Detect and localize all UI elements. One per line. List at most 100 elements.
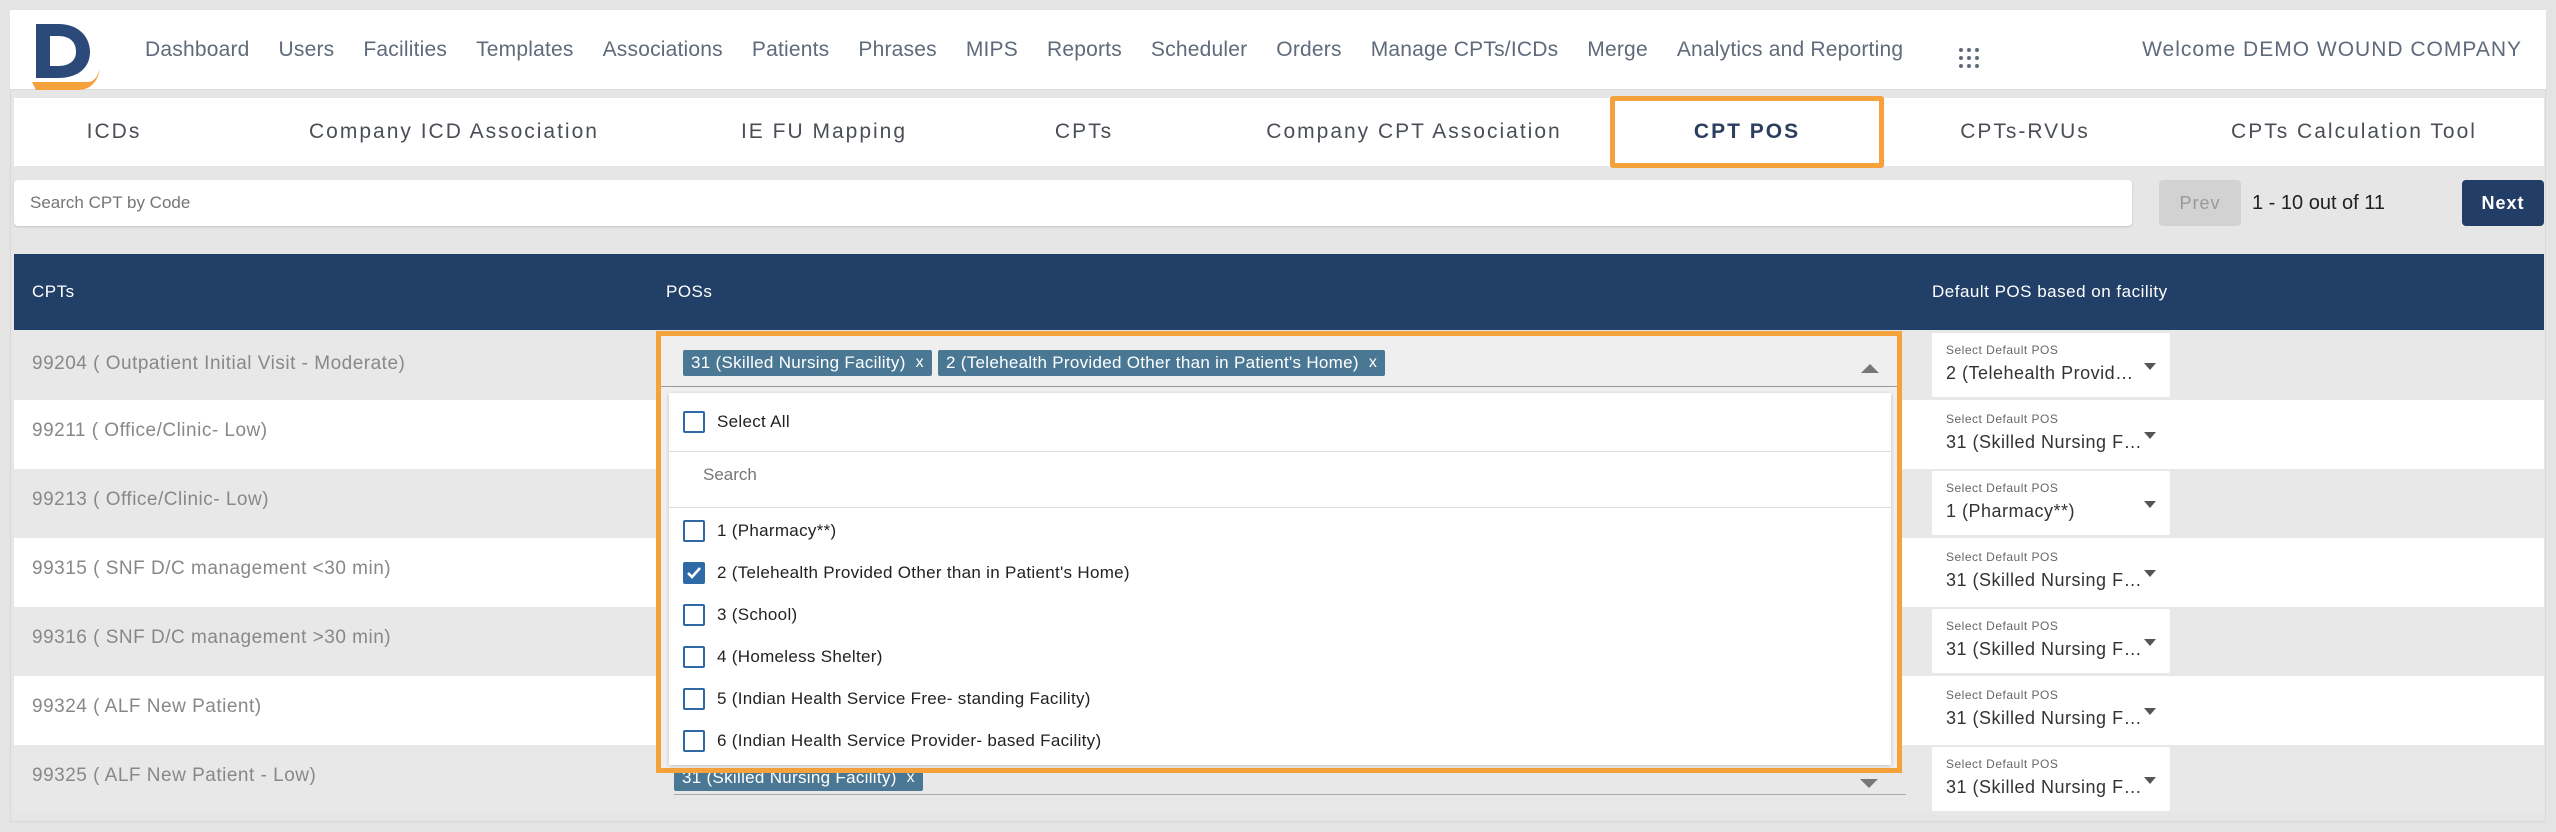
default-pos-select[interactable]: Select Default POS 1 (Pharmacy**)	[1932, 471, 2170, 535]
tab-cpts[interactable]: CPTs	[984, 98, 1184, 166]
header-poss: POSs	[666, 282, 713, 301]
default-pos-select[interactable]: Select Default POS 31 (Skilled Nursing F…	[1932, 747, 2170, 811]
tab-company-cpt-association[interactable]: Company CPT Association	[1194, 98, 1634, 166]
cpt-code-cell: 99325 ( ALF New Patient - Low)	[32, 765, 317, 786]
divider	[669, 507, 1891, 508]
select-all-option[interactable]: Select All	[669, 401, 1891, 443]
checkbox-checked-icon[interactable]	[683, 562, 705, 584]
tab-cpts-rvus[interactable]: CPTs-RVUs	[1894, 98, 2156, 166]
cpt-code-cell: 99316 ( SNF D/C management >30 min)	[32, 627, 392, 648]
grid-apps-icon[interactable]	[1958, 47, 1980, 69]
pos-option-label: 6 (Indian Health Service Provider- based…	[717, 731, 1102, 750]
selected-chips: 31 (Skilled Nursing Facility) x 2 (Teleh…	[683, 350, 1391, 376]
welcome-text: Welcome DEMO WOUND COMPANY	[2142, 38, 2522, 61]
caret-down-icon	[2144, 708, 2156, 715]
default-pos-value: 31 (Skilled Nursing Facility)	[1946, 432, 2142, 452]
cpt-code-cell: 99213 ( Office/Clinic- Low)	[32, 489, 270, 510]
tab-icds[interactable]: ICDs	[14, 98, 214, 166]
caret-up-icon[interactable]	[1861, 364, 1879, 373]
nav-orders[interactable]: Orders	[1276, 38, 1341, 62]
caret-down-icon	[2144, 501, 2156, 508]
caret-down-icon	[2144, 639, 2156, 646]
pos-options-menu: Select All 1 (Pharmacy**) 2 (Telehealth …	[669, 393, 1891, 765]
nav-users[interactable]: Users	[279, 38, 335, 62]
default-pos-label: Select Default POS	[1946, 481, 2059, 495]
checkbox-icon[interactable]	[683, 688, 705, 710]
select-all-label: Select All	[717, 412, 790, 431]
default-pos-value: 31 (Skilled Nursing Facility)	[1946, 570, 2142, 590]
pos-option[interactable]: 5 (Indian Health Service Free- standing …	[669, 678, 1891, 720]
nav-phrases[interactable]: Phrases	[858, 38, 936, 62]
search-cpt-input[interactable]	[14, 180, 2132, 226]
company-logo[interactable]	[28, 18, 104, 92]
default-pos-label: Select Default POS	[1946, 688, 2059, 702]
nav-analytics-reporting[interactable]: Analytics and Reporting	[1677, 38, 1903, 62]
checkbox-icon[interactable]	[683, 730, 705, 752]
chip-remove-icon[interactable]: x	[1369, 354, 1377, 372]
default-pos-value: 2 (Telehealth Provided Other than in Pat…	[1946, 363, 2142, 383]
pos-chip-label: 31 (Skilled Nursing Facility)	[691, 353, 906, 372]
cpt-code-cell: 99211 ( Office/Clinic- Low)	[32, 420, 268, 441]
nav-patients[interactable]: Patients	[752, 38, 829, 62]
default-pos-select[interactable]: Select Default POS 2 (Telehealth Provide…	[1932, 333, 2170, 397]
default-pos-select[interactable]: Select Default POS 31 (Skilled Nursing F…	[1932, 540, 2170, 604]
next-button[interactable]: Next	[2462, 180, 2544, 226]
default-pos-label: Select Default POS	[1946, 343, 2059, 357]
caret-down-icon	[2144, 777, 2156, 784]
cpt-code-cell: 99204 ( Outpatient Initial Visit - Moder…	[32, 353, 406, 374]
default-pos-value: 31 (Skilled Nursing Facility)	[1946, 708, 2142, 728]
pos-option[interactable]: 6 (Indian Health Service Provider- based…	[669, 720, 1891, 762]
pos-option[interactable]: 3 (School)	[669, 594, 1891, 636]
nav-manage-cpts-icds[interactable]: Manage CPTs/ICDs	[1371, 38, 1559, 62]
tab-ie-fu-mapping[interactable]: IE FU Mapping	[674, 98, 974, 166]
caret-down-icon	[2144, 363, 2156, 370]
nav-templates[interactable]: Templates	[476, 38, 574, 62]
nav-facilities[interactable]: Facilities	[363, 38, 447, 62]
pos-option-label: 4 (Homeless Shelter)	[717, 647, 883, 666]
checkbox-icon[interactable]	[683, 604, 705, 626]
pos-option[interactable]: 4 (Homeless Shelter)	[669, 636, 1891, 678]
pos-option[interactable]: 2 (Telehealth Provided Other than in Pat…	[669, 552, 1891, 594]
pos-option-label: 1 (Pharmacy**)	[717, 521, 837, 540]
cpt-code-cell: 99324 ( ALF New Patient)	[32, 696, 262, 717]
checkbox-icon[interactable]	[683, 646, 705, 668]
checkbox-icon[interactable]	[683, 520, 705, 542]
default-pos-label: Select Default POS	[1946, 412, 2059, 426]
default-pos-label: Select Default POS	[1946, 619, 2059, 633]
option-search-input[interactable]	[703, 465, 1303, 485]
nav-dashboard[interactable]: Dashboard	[145, 38, 250, 62]
pos-multiselect-open[interactable]: 31 (Skilled Nursing Facility) x 2 (Teleh…	[656, 331, 1902, 773]
default-pos-select[interactable]: Select Default POS 31 (Skilled Nursing F…	[1932, 402, 2170, 466]
chip-remove-icon[interactable]: x	[916, 354, 924, 372]
default-pos-select[interactable]: Select Default POS 31 (Skilled Nursing F…	[1932, 678, 2170, 742]
nav-scheduler[interactable]: Scheduler	[1151, 38, 1247, 62]
pos-chip[interactable]: 2 (Telehealth Provided Other than in Pat…	[937, 350, 1386, 376]
pager-range: 1 - 10 out of 11	[2252, 191, 2386, 214]
tab-company-icd-association[interactable]: Company ICD Association	[224, 98, 684, 166]
default-pos-label: Select Default POS	[1946, 550, 2059, 564]
nav-reports[interactable]: Reports	[1047, 38, 1122, 62]
nav-mips[interactable]: MIPS	[966, 38, 1018, 62]
default-pos-select[interactable]: Select Default POS 31 (Skilled Nursing F…	[1932, 609, 2170, 673]
pos-option-label: 3 (School)	[717, 605, 798, 624]
default-pos-value: 31 (Skilled Nursing Facility)	[1946, 777, 2142, 797]
divider	[669, 451, 1891, 452]
pos-option[interactable]: 1 (Pharmacy**)	[669, 510, 1891, 552]
default-pos-value: 31 (Skilled Nursing Facility)	[1946, 639, 2142, 659]
tab-cpts-calculation-tool[interactable]: CPTs Calculation Tool	[2164, 98, 2544, 166]
default-pos-label: Select Default POS	[1946, 757, 2059, 771]
prev-button[interactable]: Prev	[2159, 180, 2241, 226]
main-nav: Dashboard Users Facilities Templates Ass…	[145, 10, 1932, 90]
default-pos-value: 1 (Pharmacy**)	[1946, 501, 2076, 521]
caret-down-icon[interactable]	[1860, 779, 1878, 788]
tab-cpt-pos[interactable]: CPT POS	[1610, 96, 1884, 168]
checkmark-icon	[687, 567, 701, 579]
header-cpts: CPTs	[32, 282, 75, 301]
pos-chip[interactable]: 31 (Skilled Nursing Facility) x	[683, 350, 932, 376]
nav-merge[interactable]: Merge	[1587, 38, 1648, 62]
table-header: CPTs POSs Default POS based on facility	[14, 254, 2544, 330]
checkbox-icon[interactable]	[683, 411, 705, 433]
top-navbar: Dashboard Users Facilities Templates Ass…	[10, 10, 2546, 90]
caret-down-icon	[2144, 570, 2156, 577]
nav-associations[interactable]: Associations	[603, 38, 723, 62]
